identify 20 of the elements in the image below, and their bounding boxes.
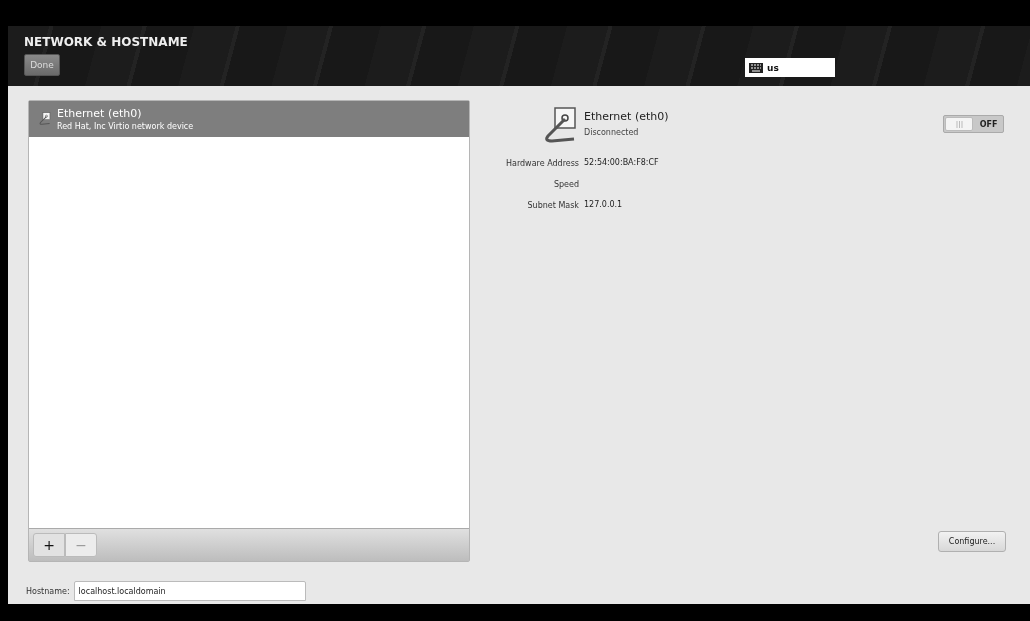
ethernet-icon (37, 112, 51, 126)
add-button[interactable]: + (33, 533, 65, 557)
grip-icon (955, 120, 963, 128)
configure-button[interactable]: Configure... (938, 531, 1006, 552)
page-title: NETWORK & HOSTNAME (24, 35, 188, 49)
device-title: Ethernet (eth0) (584, 110, 669, 123)
keyboard-icon (749, 62, 763, 73)
property-label: Speed (553, 179, 579, 189)
hostname-label: Hostname: (26, 586, 70, 596)
connection-switch[interactable]: OFF (943, 115, 1004, 133)
device-name: Ethernet (eth0) (57, 107, 143, 120)
keyboard-layout-field[interactable]: us (745, 58, 835, 77)
property-label: Hardware Address (505, 158, 579, 168)
device-row[interactable]: Ethernet (eth0) Red Hat, Inc Virtio network device (29, 101, 469, 137)
property-value: 52:54:00:BA:F8:CF (584, 158, 660, 168)
property-label: Subnet Mask (527, 200, 579, 210)
property-value: 127.0.0.1 (584, 200, 624, 210)
connection-status: Disconnected (584, 128, 640, 137)
device-description: Red Hat, Inc Virtio network device (57, 122, 194, 131)
hostname-field[interactable]: localhost.localdomain (73, 581, 306, 601)
